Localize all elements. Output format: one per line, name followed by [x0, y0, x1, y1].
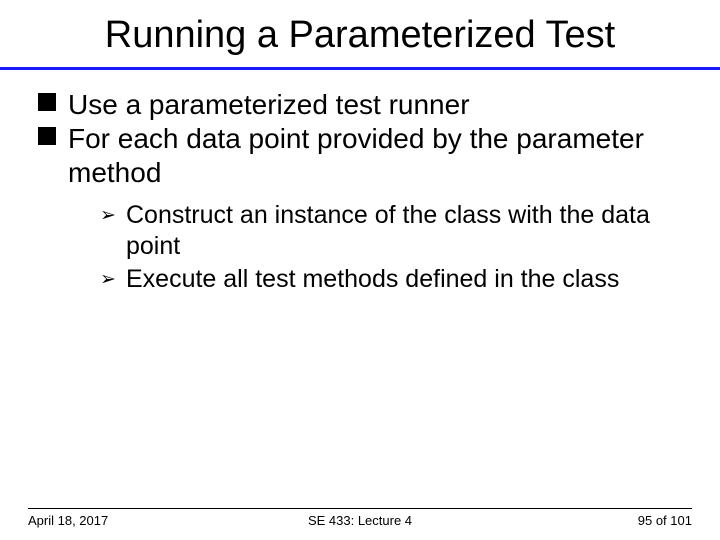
slide-content: Use a parameterized test runner For each…: [0, 78, 720, 295]
list-item: ➢ Execute all test methods defined in th…: [100, 264, 694, 295]
sub-bullet-list: ➢ Construct an instance of the class wit…: [100, 200, 694, 295]
slide-title: Running a Parameterized Test: [0, 0, 720, 67]
footer-rule: [28, 508, 692, 509]
chevron-right-icon: ➢: [100, 266, 116, 294]
slide: Running a Parameterized Test Use a param…: [0, 0, 720, 540]
bullet-text: For each data point provided by the para…: [68, 123, 644, 188]
square-bullet-icon: [38, 93, 56, 111]
footer-page: 95 of 101: [471, 513, 692, 528]
footer-row: April 18, 2017 SE 433: Lecture 4 95 of 1…: [28, 513, 692, 528]
list-item: ➢ Construct an instance of the class wit…: [100, 200, 694, 261]
bullet-list: Use a parameterized test runner For each…: [38, 88, 694, 295]
footer-course: SE 433: Lecture 4: [249, 513, 470, 528]
page-total: 101: [670, 513, 692, 528]
footer-date: April 18, 2017: [28, 513, 249, 528]
square-bullet-icon: [38, 127, 56, 145]
list-item: For each data point provided by the para…: [38, 122, 694, 295]
bullet-text: Execute all test methods defined in the …: [126, 265, 619, 293]
bullet-text: Construct an instance of the class with …: [126, 201, 650, 260]
chevron-right-icon: ➢: [100, 202, 116, 230]
page-of-label: of: [652, 513, 670, 528]
page-current: 95: [638, 513, 652, 528]
title-rule: [0, 67, 720, 70]
list-item: Use a parameterized test runner: [38, 88, 694, 122]
bullet-text: Use a parameterized test runner: [68, 89, 470, 120]
slide-footer: April 18, 2017 SE 433: Lecture 4 95 of 1…: [0, 508, 720, 528]
